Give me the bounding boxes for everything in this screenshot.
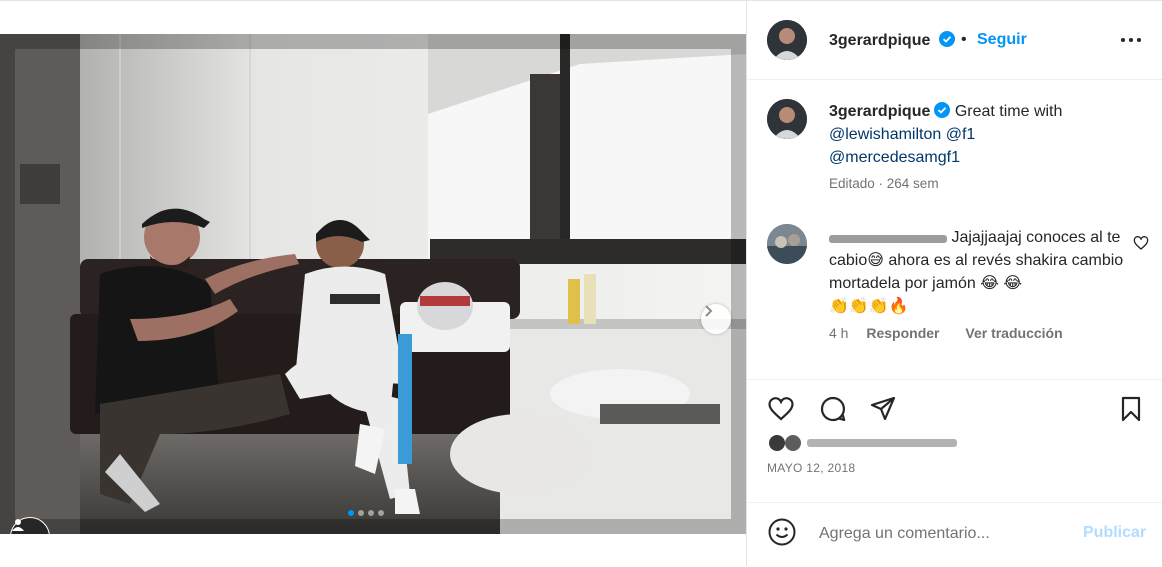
carousel-dot xyxy=(358,510,364,516)
comment-emoji-tail: 😂 😂 xyxy=(980,275,1023,292)
caption-avatar[interactable] xyxy=(767,99,807,139)
comment-avatar[interactable] xyxy=(767,224,807,264)
comment-time: 4 h xyxy=(829,325,849,341)
username[interactable]: 3gerardpique xyxy=(829,32,930,49)
user-tag-icon xyxy=(12,519,24,531)
carousel-dot xyxy=(378,510,384,516)
comment-username-redacted[interactable] xyxy=(829,232,947,244)
separator-dot: • xyxy=(961,31,967,48)
likers-redacted[interactable] xyxy=(767,434,967,452)
comment-meta: 4 h Responder Ver traducción xyxy=(829,325,1085,341)
comment-emoji: 😅 xyxy=(867,252,884,269)
chevron-right-icon xyxy=(705,305,713,317)
publish-button[interactable]: Publicar xyxy=(1083,524,1146,542)
share-icon[interactable] xyxy=(869,395,897,423)
mention-link[interactable]: @f1 xyxy=(946,126,976,143)
caption: 3gerardpique Great time with @lewishamil… xyxy=(829,100,1129,169)
caption-username[interactable]: 3gerardpique xyxy=(829,103,930,120)
post-photo xyxy=(0,34,746,534)
next-slide-button[interactable] xyxy=(701,304,731,334)
post-header: 3gerardpique • Seguir xyxy=(747,0,1162,80)
translate-button[interactable]: Ver traducción xyxy=(965,325,1062,341)
post-date: MAYO 12, 2018 xyxy=(767,461,856,475)
emoji-icon[interactable] xyxy=(767,517,797,547)
follow-button[interactable]: Seguir xyxy=(977,31,1027,49)
reply-button[interactable]: Responder xyxy=(866,325,939,341)
carousel-dot xyxy=(348,510,354,516)
caption-meta: Editado · 264 sem xyxy=(829,176,939,191)
carousel-dot xyxy=(368,510,374,516)
comment-like-heart-icon[interactable] xyxy=(1133,235,1149,251)
avatar[interactable] xyxy=(767,20,807,60)
header-username[interactable]: 3gerardpique xyxy=(829,31,955,50)
caption-text: Great time with xyxy=(954,103,1063,120)
comment-emoji-line: 👏👏👏🔥 xyxy=(829,298,909,315)
bookmark-icon[interactable] xyxy=(1117,395,1145,423)
comment-icon[interactable] xyxy=(819,395,847,423)
actions-divider xyxy=(747,379,1162,381)
avatar-image xyxy=(767,224,807,264)
avatar-image xyxy=(767,99,807,139)
mention-link[interactable]: @mercedesamgf1 xyxy=(829,149,960,166)
verified-icon xyxy=(938,31,955,47)
post-panel: 3gerardpique • Seguir 3gerardpique Great… xyxy=(746,0,1162,566)
avatar-image xyxy=(767,20,807,60)
comment-input[interactable] xyxy=(817,520,1081,548)
heart-icon[interactable] xyxy=(767,395,795,423)
post-media[interactable] xyxy=(0,34,746,534)
more-icon[interactable] xyxy=(1119,30,1143,50)
mention-link[interactable]: @lewishamilton xyxy=(829,126,941,143)
comment-text: Jajajjaajaj conoces al te cabio😅 ahora e… xyxy=(829,226,1129,318)
verified-icon xyxy=(934,102,951,118)
carousel-indicator xyxy=(348,510,384,516)
